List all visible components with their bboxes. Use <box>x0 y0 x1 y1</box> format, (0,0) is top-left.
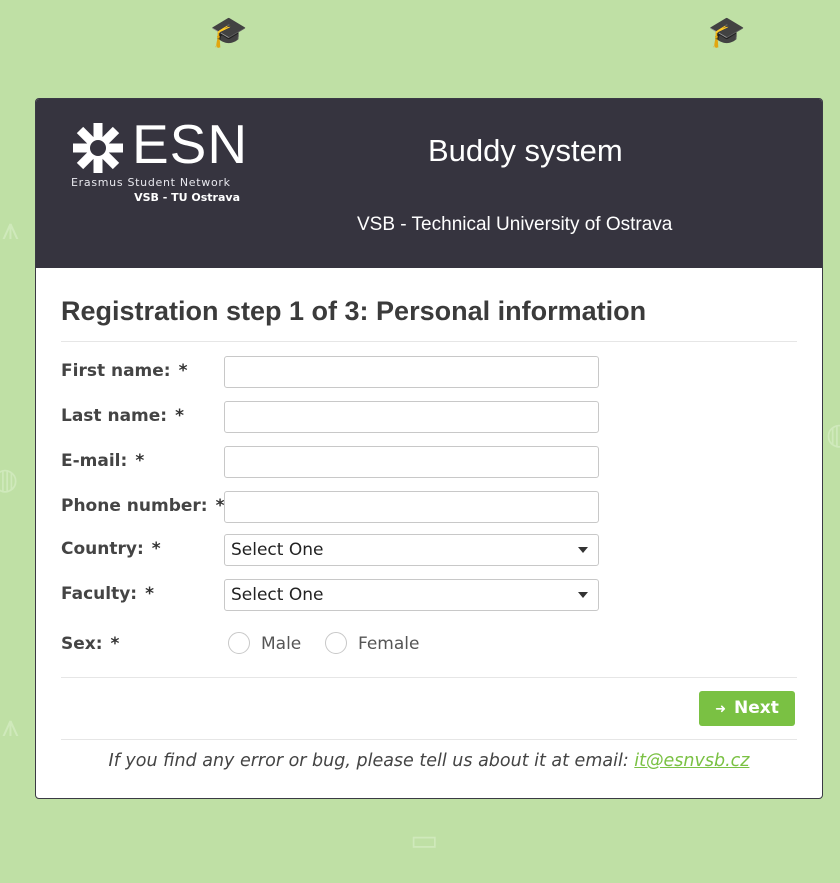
first-name-input[interactable] <box>224 356 599 388</box>
esn-wordmark: ESN <box>132 113 249 175</box>
phone-label: Phone number: * <box>61 496 224 516</box>
bug-report-text: If you find any error or bug, please tel… <box>108 751 635 771</box>
first-name-label: First name: * <box>61 361 188 381</box>
faculty-label-text: Faculty: <box>61 584 138 604</box>
country-select[interactable]: Select One <box>224 534 599 566</box>
form-title: Registration step 1 of 3: Personal infor… <box>61 296 647 326</box>
email-input[interactable] <box>224 446 599 478</box>
chevron-down-icon <box>578 592 588 598</box>
arrow-right-icon: ➜ <box>715 702 727 717</box>
divider <box>61 341 797 342</box>
page-subtitle: VSB - Technical University of Ostrava <box>357 214 673 235</box>
sex-male-label[interactable]: Male <box>261 634 301 654</box>
bus-icon: ▭ <box>410 823 439 858</box>
registration-panel: ESN Erasmus Student Network VSB - TU Ost… <box>35 98 823 799</box>
first-name-label-text: First name: <box>61 361 171 381</box>
last-name-input[interactable] <box>224 401 599 433</box>
sex-female-label[interactable]: Female <box>358 634 419 654</box>
country-label-text: Country: <box>61 539 144 559</box>
required-marker: * <box>175 406 184 426</box>
sex-label: Sex: * <box>61 634 119 654</box>
required-marker: * <box>151 539 161 559</box>
faculty-select-value: Select One <box>231 585 324 605</box>
faculty-label: Faculty: * <box>61 584 154 604</box>
page-header: ESN Erasmus Student Network VSB - TU Ost… <box>36 99 822 268</box>
divider <box>61 739 797 740</box>
esn-logo-subtitle: Erasmus Student Network <box>71 176 231 189</box>
phone-input[interactable] <box>224 491 599 523</box>
phone-label-text: Phone number: <box>61 496 208 516</box>
esn-logo: ESN Erasmus Student Network VSB - TU Ost… <box>71 113 247 209</box>
last-name-label-text: Last name: <box>61 406 168 426</box>
required-marker: * <box>110 634 120 654</box>
next-button[interactable]: ➜ Next <box>699 691 795 726</box>
esn-section-name: VSB - TU Ostrava <box>134 191 240 204</box>
faculty-select[interactable]: Select One <box>224 579 599 611</box>
compass-icon: ⩚ <box>2 212 19 247</box>
bug-report-email-link[interactable]: it@esnvsb.cz <box>634 751 749 771</box>
graduation-cap-icon: 🎓 <box>210 15 248 50</box>
required-marker: * <box>178 361 188 381</box>
next-button-label: Next <box>734 698 779 718</box>
sex-label-text: Sex: <box>61 634 103 654</box>
email-label: E-mail: * <box>61 451 144 471</box>
bug-report-note: If you find any error or bug, please tel… <box>36 751 822 771</box>
last-name-label: Last name: * <box>61 406 184 426</box>
country-select-value: Select One <box>231 540 324 560</box>
country-label: Country: * <box>61 539 161 559</box>
required-marker: * <box>135 451 145 471</box>
globe-icon: ◍ <box>0 462 19 497</box>
graduation-cap-icon: 🎓 <box>708 15 746 50</box>
esn-star-icon <box>73 123 123 173</box>
chevron-down-icon <box>578 547 588 553</box>
email-label-text: E-mail: <box>61 451 128 471</box>
divider <box>61 677 797 678</box>
sex-female-radio[interactable] <box>325 632 347 654</box>
globe-icon: ◍ <box>826 417 840 452</box>
page-title: Buddy system <box>428 133 623 168</box>
sex-male-radio[interactable] <box>228 632 250 654</box>
compass-icon: ⩚ <box>2 709 19 744</box>
required-marker: * <box>145 584 154 604</box>
